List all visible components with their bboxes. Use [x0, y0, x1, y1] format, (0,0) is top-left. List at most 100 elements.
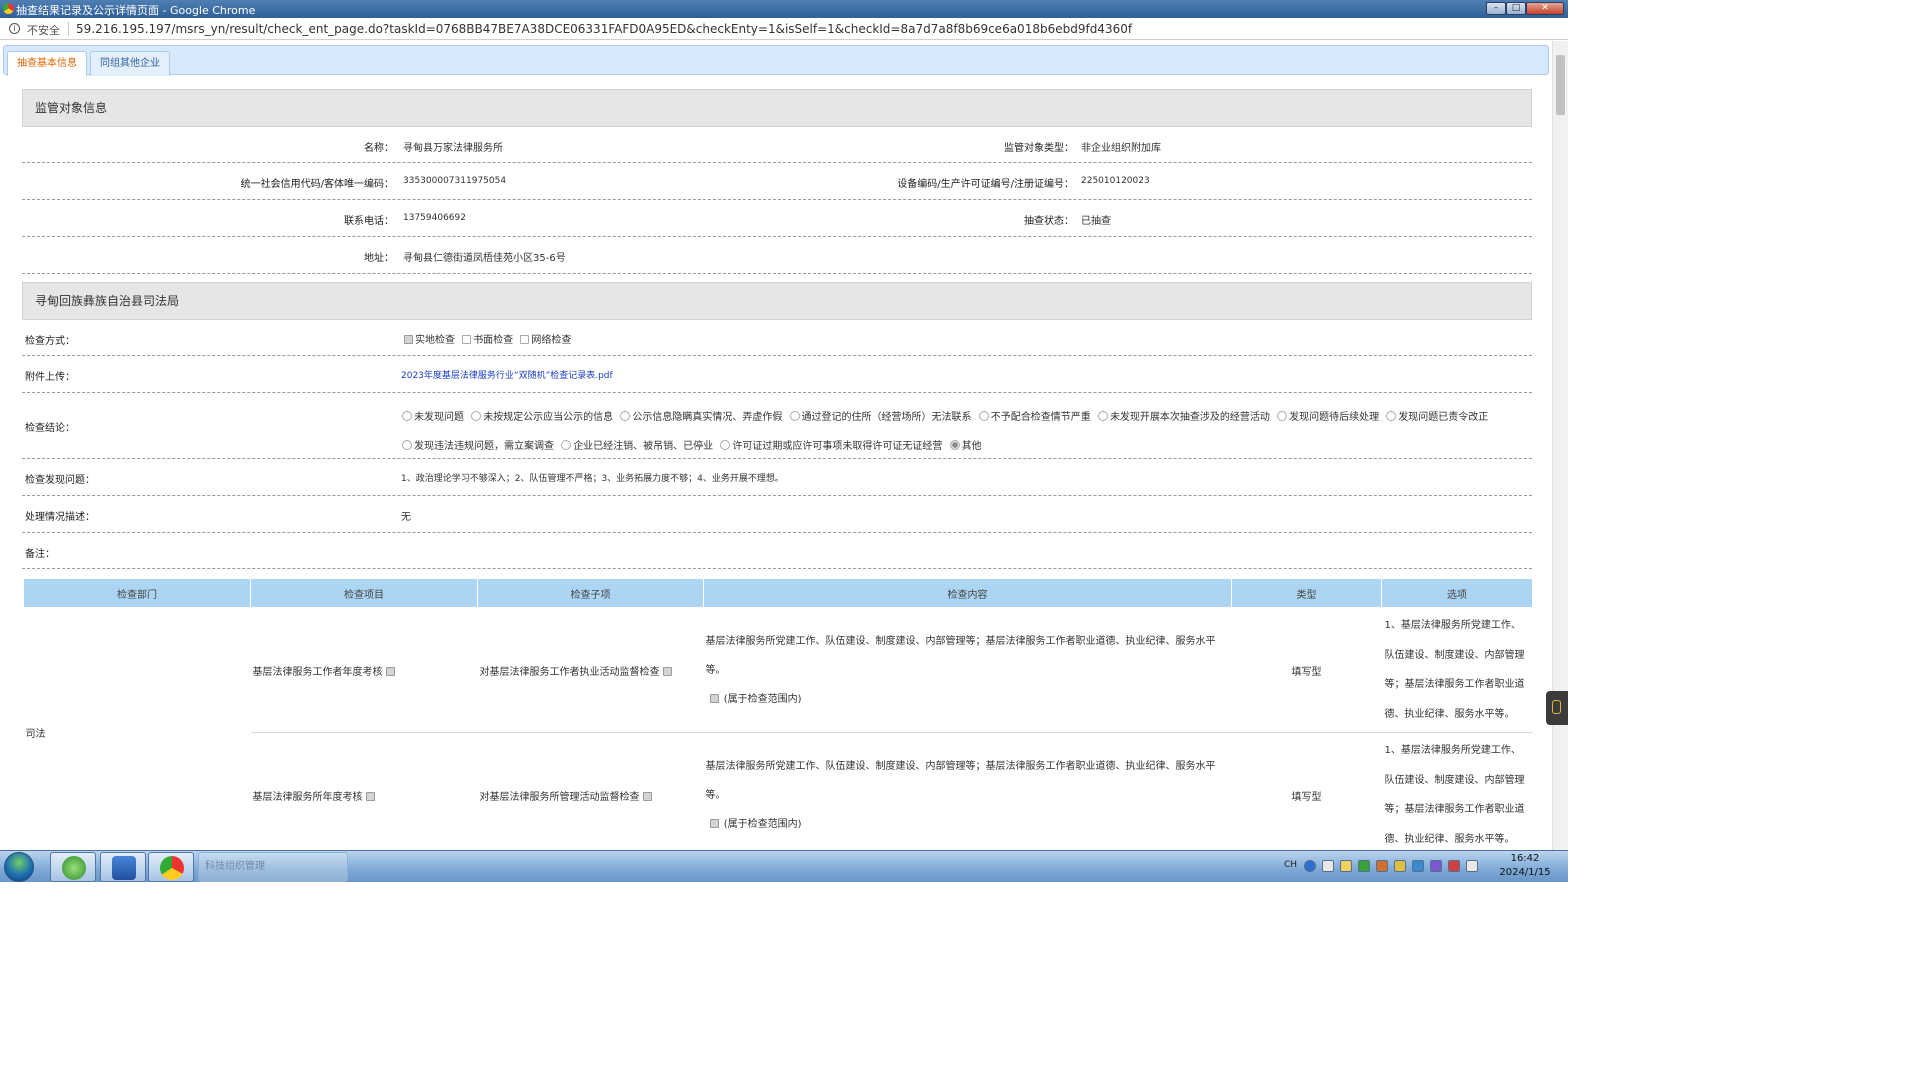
checkbox-icon[interactable]	[642, 791, 652, 801]
security-label[interactable]: 不安全	[27, 22, 60, 38]
row-remark: 备注：	[22, 533, 1532, 569]
table-header-row: 检查部门 检查项目 检查子项 检查内容 类型 选项	[23, 578, 1533, 608]
address-label: 地址：	[364, 253, 394, 264]
option-cell: 1、基层法律服务所党建工作、队伍建设、制度建设、内部管理等；基层法律服务工作者职…	[1384, 620, 1525, 720]
scope-line: (属于检查范围内)	[706, 685, 1230, 714]
help-icon[interactable]	[1304, 860, 1316, 872]
radio-icon[interactable]	[1097, 411, 1108, 421]
close-window-button[interactable]: ✕	[1526, 2, 1564, 15]
taskbar-faded-window[interactable]: 科技组织管理	[198, 852, 348, 882]
conclusion-option-selected[interactable]: 其他	[949, 432, 982, 461]
row-handling: 处理情况描述： 无	[22, 496, 1532, 533]
conclusion-option[interactable]: 未按规定公示应当公示的信息	[471, 403, 613, 432]
security-icon[interactable]	[1340, 860, 1352, 872]
shield-icon[interactable]	[1376, 860, 1388, 872]
conclusion-option[interactable]: 企业已经注销、被吊销、已停业	[561, 432, 713, 461]
volume-icon[interactable]	[1448, 860, 1460, 872]
maximize-button[interactable]: □	[1506, 2, 1526, 15]
subitem-cell: 对基层法律服务工作者执业活动监督检查	[478, 608, 704, 733]
row-name: 名称： 寻甸县万家法律服务所 监管对象类型： 非企业组织附加库	[22, 127, 1532, 163]
device-label: 设备编码/生产许可证编号/注册证编号：	[897, 179, 1074, 190]
address-bar[interactable]: i 不安全 59.216.195.197/msrs_yn/result/chec…	[0, 18, 1568, 40]
radio-icon[interactable]	[1277, 411, 1288, 421]
tab-basic-info[interactable]: 抽查基本信息	[7, 51, 87, 76]
department-cell: 司法	[25, 729, 46, 741]
row-issues: 检查发现问题： 1、政治理论学习不够深入；2、队伍管理不严格；3、业务拓展力度不…	[22, 459, 1532, 496]
conclusion-option[interactable]: 发现违法违规问题，需立案调查	[402, 432, 554, 461]
option-cell: 1、基层法律服务所党建工作、队伍建设、制度建设、内部管理等；基层法律服务工作者职…	[1381, 732, 1533, 850]
checkbox-icon[interactable]	[404, 335, 413, 344]
radio-icon[interactable]	[471, 411, 482, 421]
device-no-value: 225010120023	[1081, 176, 1150, 186]
radio-icon[interactable]	[789, 411, 800, 421]
checkbox-icon[interactable]	[462, 335, 472, 344]
checkbox-icon[interactable]	[709, 818, 719, 828]
checkbox-icon[interactable]	[385, 666, 395, 676]
tray-arrow-icon[interactable]	[1322, 860, 1334, 872]
browser-icon	[62, 856, 86, 880]
method-onsite[interactable]: 实地检查	[404, 331, 455, 346]
minimize-button[interactable]: –	[1486, 2, 1506, 15]
section-header-inspection: 寻甸回族彝族自治县司法局	[22, 282, 1532, 320]
chrome-app-icon	[3, 3, 14, 14]
side-floating-widget[interactable]	[1546, 691, 1568, 725]
checkbox-icon[interactable]	[520, 335, 530, 344]
method-written[interactable]: 书面检查	[462, 331, 513, 346]
radio-icon[interactable]	[402, 440, 412, 450]
url-text[interactable]: 59.216.195.197/msrs_yn/result/check_ent_…	[76, 22, 1132, 36]
window-titlebar: 抽查结果记录及公示详情页面 - Google Chrome – □ ✕	[0, 0, 1568, 18]
row-method: 检查方式： 实地检查 书面检查 网络检查	[22, 320, 1532, 356]
taskbar-clock[interactable]: 16:42 2024/1/15	[1494, 852, 1556, 880]
network-icon[interactable]	[1358, 860, 1370, 872]
taskbar-word[interactable]	[100, 852, 146, 882]
radio-icon[interactable]	[561, 440, 572, 450]
taskbar-ie[interactable]	[50, 852, 96, 882]
row-phone: 联系电话： 13759406692 抽查状态： 已抽查	[22, 200, 1532, 237]
conclusion-option[interactable]: 通过登记的住所（经营场所）无法联系	[789, 403, 972, 432]
vertical-scrollbar[interactable]	[1552, 41, 1568, 850]
conclusion-option[interactable]: 公示信息隐瞒真实情况、弄虚作假	[620, 403, 782, 432]
taskbar-chrome[interactable]	[148, 852, 194, 882]
issues-value: 1、政治理论学习不够深入；2、队伍管理不严格；3、业务拓展力度不够；4、业务开展…	[401, 474, 784, 484]
input-language[interactable]: CH	[1284, 860, 1297, 870]
conclusion-option[interactable]: 发现问题已责令改正	[1386, 403, 1488, 432]
radio-selected-icon[interactable]	[949, 440, 960, 450]
tab-same-group-enterprises[interactable]: 同组其他企业	[90, 51, 170, 76]
lock-icon[interactable]	[1394, 860, 1406, 872]
attachment-link[interactable]: 2023年度基层法律服务行业“双随机”检查记录表.pdf	[401, 368, 613, 381]
power-icon[interactable]	[1466, 860, 1478, 872]
conclusion-option[interactable]: 许可证过期或应许可事项未取得许可证无证经营	[720, 432, 942, 461]
checkbox-icon[interactable]	[709, 693, 719, 703]
app-tray-icon[interactable]	[1430, 860, 1442, 872]
tab-strip: 抽查基本信息 同组其他企业	[3, 45, 1549, 76]
start-button[interactable]	[4, 852, 34, 882]
radio-icon[interactable]	[720, 440, 731, 450]
method-online[interactable]: 网络检查	[520, 331, 571, 346]
name-label: 名称：	[364, 143, 394, 154]
conclusion-option[interactable]: 未发现开展本次抽查涉及的经营活动	[1097, 403, 1270, 432]
info-icon[interactable]: i	[9, 23, 20, 34]
scrollbar-thumb[interactable]	[1556, 55, 1565, 115]
mouse-icon	[1552, 700, 1561, 714]
status-label: 抽查状态：	[1024, 216, 1074, 227]
radio-icon[interactable]	[978, 411, 989, 421]
item-cell: 基层法律服务所年度考核	[250, 732, 478, 850]
conclusion-option[interactable]: 不予配合检查情节严重	[978, 403, 1091, 432]
conclusion-option[interactable]: 发现问题待后续处理	[1277, 403, 1379, 432]
row-attachment: 附件上传： 2023年度基层法律服务行业“双随机”检查记录表.pdf	[22, 356, 1532, 393]
content-text: 基层法律服务所党建工作、队伍建设、制度建设、内部管理等；基层法律服务工作者职业道…	[705, 635, 1216, 676]
radio-icon[interactable]	[1386, 411, 1397, 421]
checkbox-icon[interactable]	[662, 666, 672, 676]
remark-label: 备注：	[25, 549, 55, 560]
header-type: 类型	[1231, 578, 1382, 608]
radio-icon[interactable]	[402, 411, 412, 421]
conclusion-option[interactable]: 未发现问题	[402, 403, 464, 432]
checkbox-icon[interactable]	[365, 791, 375, 801]
item-cell: 基层法律服务工作者年度考核	[251, 608, 478, 733]
table-row: 基层法律服务所年度考核 对基层法律服务所管理活动监督检查 基层法律服务所党建工作…	[24, 732, 1533, 850]
type-cell: 填写型	[1291, 666, 1322, 678]
name-value: 寻甸县万家法律服务所	[403, 143, 503, 154]
display-icon[interactable]	[1412, 860, 1424, 872]
header-item: 检查项目	[250, 578, 478, 608]
radio-icon[interactable]	[620, 411, 631, 421]
